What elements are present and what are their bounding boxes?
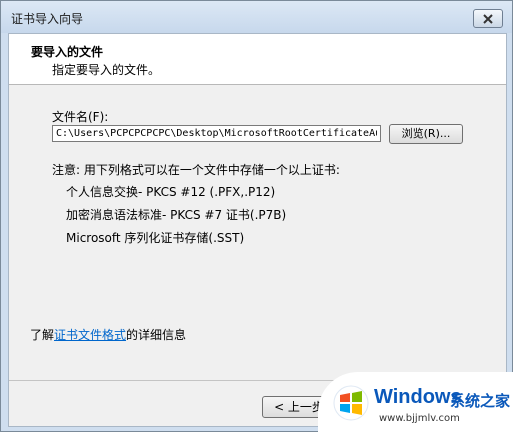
learn-more: 了解证书文件格式的详细信息	[30, 326, 186, 343]
close-button[interactable]	[473, 9, 503, 28]
browse-button[interactable]: 浏览(R)...	[389, 124, 463, 144]
title-bar[interactable]: 证书导入向导	[1, 1, 512, 33]
wizard-header: 要导入的文件 指定要导入的文件。	[9, 34, 506, 85]
watermark-url: www.bjjmlv.com	[379, 413, 460, 424]
window-title: 证书导入向导	[11, 12, 84, 26]
wizard-body: 要导入的文件 指定要导入的文件。 文件名(F): 浏览(R)... 注意: 用下…	[8, 33, 507, 427]
wizard-window: 证书导入向导 要导入的文件 指定要导入的文件。 文件名(F): 浏览(R)...…	[0, 0, 513, 432]
page-title: 要导入的文件	[31, 45, 104, 59]
format-item-sst: Microsoft 序列化证书存储(.SST)	[66, 231, 245, 245]
note-text: 注意: 用下列格式可以在一个文件中存储一个以上证书:	[52, 163, 340, 177]
watermark-brand: Windows	[374, 386, 462, 408]
format-item-p7b: 加密消息语法标准- PKCS #7 证书(.P7B)	[66, 208, 287, 222]
close-icon	[483, 13, 493, 24]
watermark: Windows 系统之家 www.bjjmlv.com	[318, 372, 513, 432]
learn-more-suffix: 的详细信息	[126, 328, 187, 342]
file-name-label: 文件名(F):	[52, 110, 109, 124]
windows-logo-icon	[333, 385, 369, 421]
learn-more-prefix: 了解	[30, 328, 55, 342]
page-subtitle: 指定要导入的文件。	[52, 63, 161, 77]
watermark-cn: 系统之家	[450, 392, 511, 410]
file-name-input[interactable]	[52, 125, 381, 142]
format-item-pfx: 个人信息交换- PKCS #12 (.PFX,.P12)	[66, 185, 276, 199]
cert-format-link[interactable]: 证书文件格式	[54, 328, 126, 342]
